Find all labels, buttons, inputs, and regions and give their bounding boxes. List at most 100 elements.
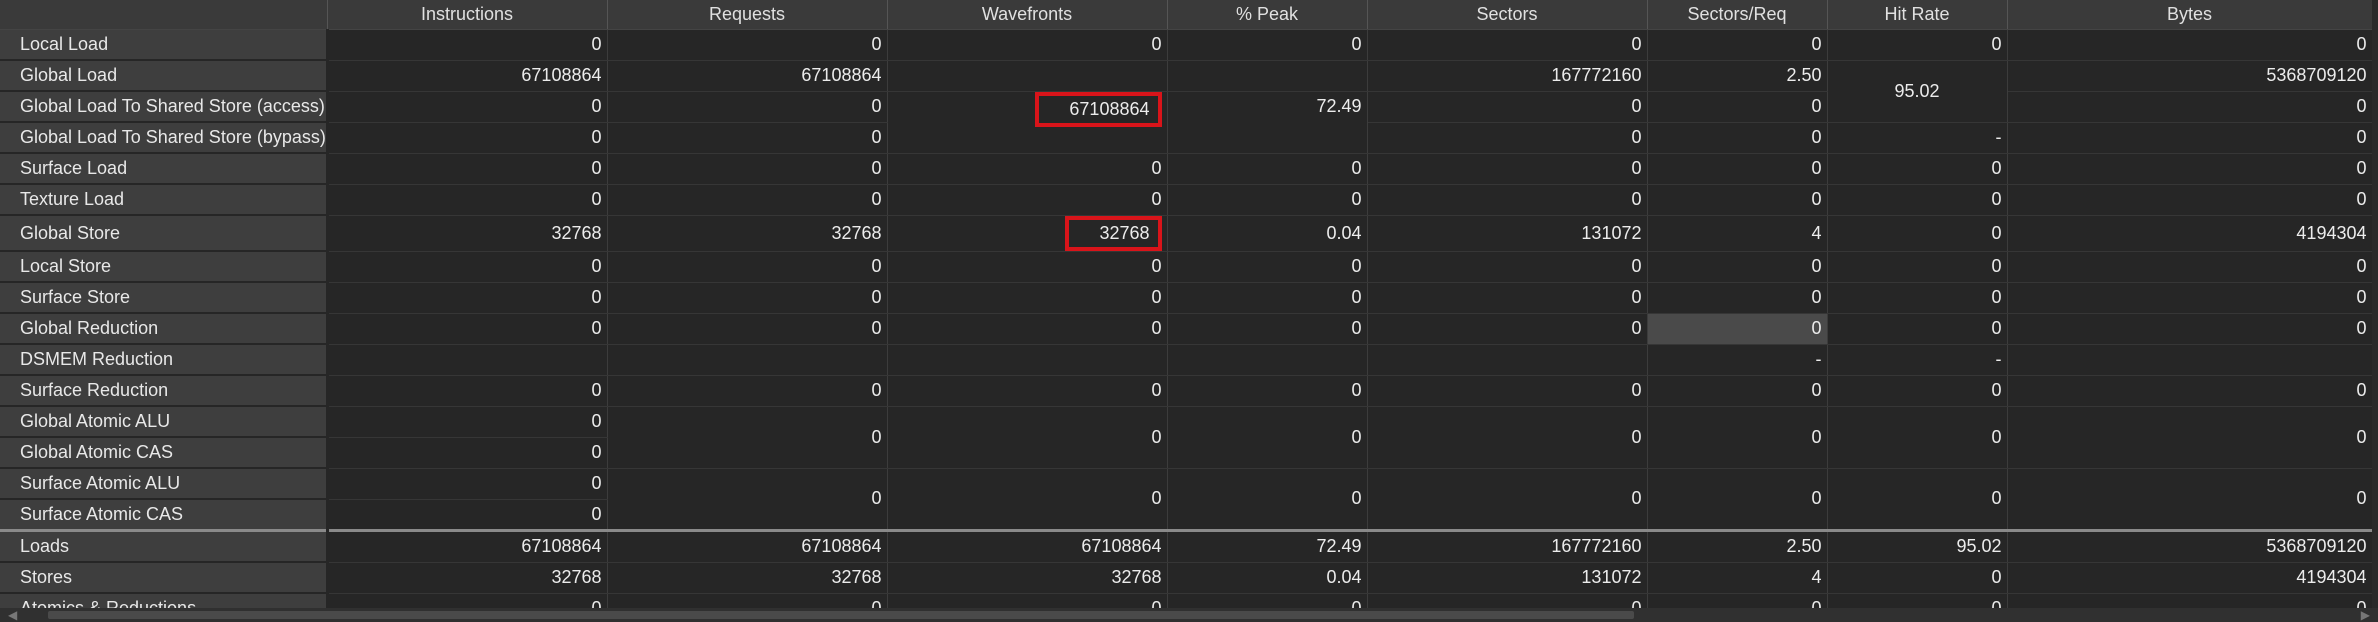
cell-bytes[interactable]: 4194304 <box>2007 215 2373 252</box>
cell-requests[interactable]: 0 <box>607 29 888 61</box>
cell-sectors-req[interactable]: 0 <box>1647 375 1828 407</box>
cell-sectors[interactable]: 0 <box>1367 251 1648 283</box>
row-label[interactable]: Global Load <box>0 60 329 92</box>
cell-sectors-req[interactable]: 0 <box>1647 122 1828 154</box>
cell-sectors[interactable]: 0 <box>1367 184 1648 216</box>
cell-wavefronts[interactable] <box>887 60 1168 92</box>
cell-wavefronts[interactable]: 0 <box>887 375 1168 407</box>
col-header-sectors[interactable]: Sectors <box>1367 0 1648 30</box>
row-label[interactable]: Surface Load <box>0 153 329 185</box>
cell-sectors[interactable] <box>1367 344 1648 376</box>
scrollbar-thumb[interactable] <box>48 611 1634 619</box>
cell-instructions[interactable]: 0 <box>327 437 608 469</box>
cell-bytes[interactable] <box>2007 344 2373 376</box>
cell-sectors-req[interactable]: 0 <box>1647 468 1828 531</box>
cell-bytes[interactable]: 0 <box>2007 282 2373 314</box>
cell-peak[interactable]: 0 <box>1167 29 1368 61</box>
cell-wavefronts[interactable]: 0 <box>887 153 1168 185</box>
cell-sectors-req-selected[interactable]: 0 <box>1647 313 1828 345</box>
cell-instructions[interactable]: 32768 <box>327 215 608 252</box>
cell-peak[interactable] <box>1167 60 1368 92</box>
cell-requests[interactable]: 0 <box>607 184 888 216</box>
cell-sectors[interactable]: 167772160 <box>1367 60 1648 92</box>
row-label[interactable]: Stores <box>0 562 329 594</box>
cell-instructions[interactable]: 0 <box>327 468 608 500</box>
cell-requests[interactable]: 67108864 <box>607 529 888 563</box>
cell-wavefronts[interactable]: 32768 <box>887 562 1168 594</box>
cell-requests[interactable]: 32768 <box>607 562 888 594</box>
cell-sectors-req[interactable]: 0 <box>1647 251 1828 283</box>
row-label[interactable]: Global Atomic CAS <box>0 437 329 469</box>
row-label[interactable]: Loads <box>0 529 329 563</box>
cell-hit-rate[interactable]: 0 <box>1827 562 2008 594</box>
row-label[interactable]: Surface Atomic CAS <box>0 499 329 532</box>
cell-peak[interactable]: 0 <box>1167 153 1368 185</box>
cell-instructions[interactable]: 32768 <box>327 562 608 594</box>
row-label[interactable]: Local Load <box>0 29 329 61</box>
horizontal-scrollbar[interactable]: ◀ ▶ <box>0 608 2378 622</box>
cell-wavefronts[interactable]: 0 <box>887 313 1168 345</box>
cell-hit-rate[interactable]: 0 <box>1827 251 2008 283</box>
cell-wavefronts[interactable]: 0 <box>887 29 1168 61</box>
cell-peak[interactable]: 72.49 <box>1167 529 1368 563</box>
row-label[interactable]: Texture Load <box>0 184 329 216</box>
cell-wavefronts[interactable]: 0 <box>887 406 1168 469</box>
cell-hit-rate[interactable]: 0 <box>1827 375 2008 407</box>
cell-requests[interactable]: 67108864 <box>607 60 888 92</box>
cell-bytes[interactable]: 5368709120 <box>2007 529 2373 563</box>
col-header-requests[interactable]: Requests <box>607 0 888 30</box>
row-label[interactable]: DSMEM Reduction <box>0 344 329 376</box>
cell-sectors-req[interactable]: 0 <box>1647 153 1828 185</box>
cell-sectors-req[interactable]: 0 <box>1647 91 1828 123</box>
cell-peak[interactable] <box>1167 344 1368 376</box>
col-header-wavefronts[interactable]: Wavefronts <box>887 0 1168 30</box>
cell-instructions[interactable]: 0 <box>327 313 608 345</box>
cell-sectors-req[interactable]: 0 <box>1647 282 1828 314</box>
cell-sectors[interactable]: 0 <box>1367 282 1648 314</box>
row-label[interactable]: Global Atomic ALU <box>0 406 329 438</box>
cell-bytes[interactable]: 0 <box>2007 375 2373 407</box>
cell-requests[interactable]: 32768 <box>607 215 888 252</box>
cell-instructions[interactable]: 0 <box>327 406 608 438</box>
row-label[interactable]: Surface Store <box>0 282 329 314</box>
cell-hit-rate[interactable]: 0 <box>1827 468 2008 531</box>
cell-sectors[interactable]: 0 <box>1367 153 1648 185</box>
scroll-left-icon[interactable]: ◀ <box>8 608 17 622</box>
cell-requests[interactable]: 0 <box>607 251 888 283</box>
cell-peak[interactable]: 0.04 <box>1167 562 1368 594</box>
cell-sectors[interactable]: 0 <box>1367 468 1648 531</box>
cell-hit-rate[interactable]: 0 <box>1827 282 2008 314</box>
cell-bytes[interactable]: 0 <box>2007 29 2373 61</box>
cell-bytes[interactable]: 4194304 <box>2007 562 2373 594</box>
cell-hit-rate[interactable]: - <box>1827 122 2008 154</box>
cell-hit-rate[interactable]: 0 <box>1827 29 2008 61</box>
cell-instructions[interactable]: 0 <box>327 282 608 314</box>
cell-instructions[interactable]: 67108864 <box>327 60 608 92</box>
cell-hit-rate[interactable]: - <box>1827 344 2008 376</box>
cell-instructions[interactable]: 0 <box>327 122 608 154</box>
cell-instructions[interactable]: 0 <box>327 184 608 216</box>
col-header-instructions[interactable]: Instructions <box>327 0 608 30</box>
cell-instructions[interactable]: 0 <box>327 91 608 123</box>
cell-wavefronts[interactable]: 0 <box>887 468 1168 531</box>
cell-wavefronts[interactable] <box>887 344 1168 376</box>
cell-peak[interactable]: 0 <box>1167 251 1368 283</box>
cell-bytes[interactable]: 0 <box>2007 313 2373 345</box>
cell-requests[interactable]: 0 <box>607 375 888 407</box>
cell-hit-rate[interactable]: 0 <box>1827 406 2008 469</box>
cell-sectors[interactable]: 131072 <box>1367 215 1648 252</box>
cell-bytes[interactable]: 5368709120 <box>2007 60 2373 92</box>
col-header-sectors-req[interactable]: Sectors/Req <box>1647 0 1828 30</box>
cell-sectors[interactable]: 0 <box>1367 375 1648 407</box>
cell-bytes[interactable]: 0 <box>2007 153 2373 185</box>
row-label[interactable]: Global Load To Shared Store (access) <box>0 91 329 123</box>
cell-requests[interactable]: 0 <box>607 91 888 123</box>
row-label[interactable]: Surface Atomic ALU <box>0 468 329 500</box>
cell-sectors-req[interactable]: 0 <box>1647 29 1828 61</box>
cell-wavefronts[interactable]: 32768 <box>887 215 1168 252</box>
cell-bytes[interactable]: 0 <box>2007 91 2373 123</box>
row-label[interactable]: Surface Reduction <box>0 375 329 407</box>
cell-bytes[interactable]: 0 <box>2007 251 2373 283</box>
cell-sectors[interactable]: 0 <box>1367 29 1648 61</box>
row-label[interactable]: Global Load To Shared Store (bypass) <box>0 122 329 154</box>
